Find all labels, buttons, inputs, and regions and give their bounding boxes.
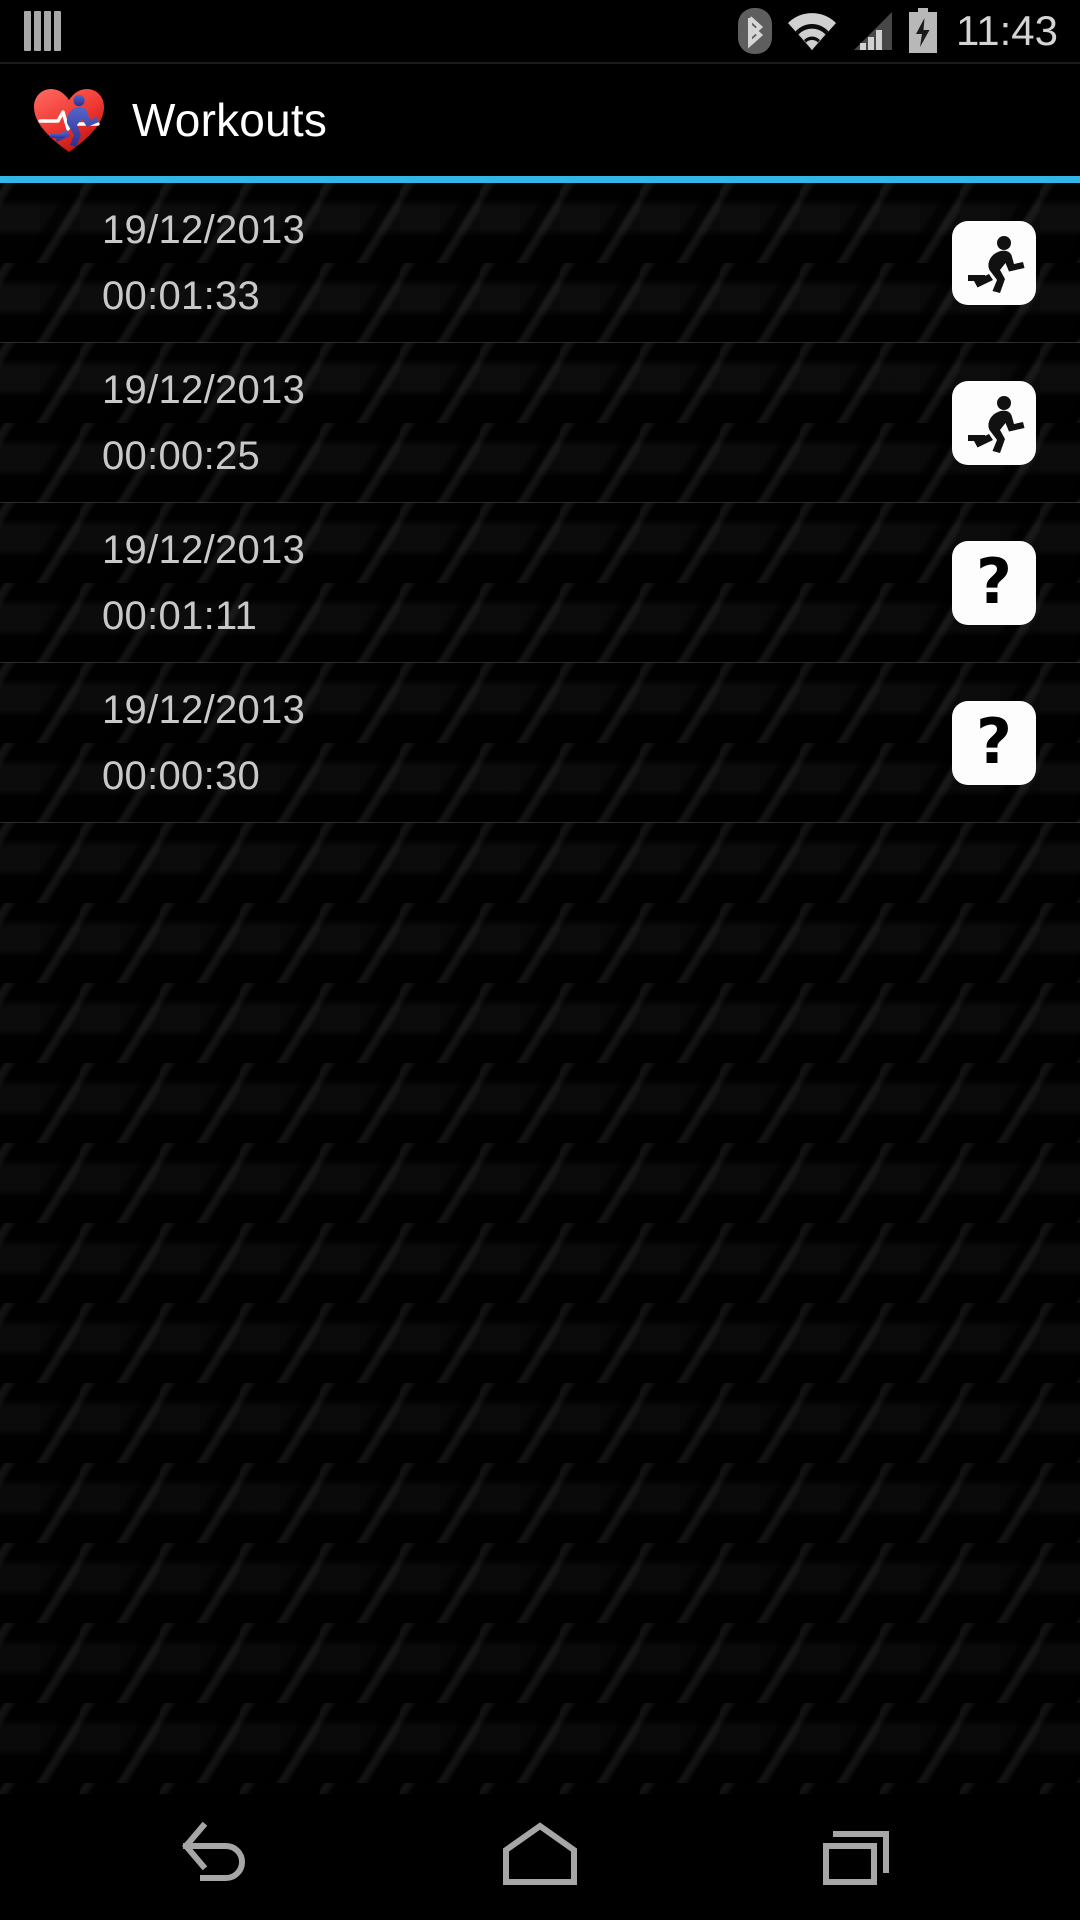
running-person-icon[interactable] — [952, 220, 1036, 305]
status-bar-clock: 11:43 — [956, 7, 1058, 54]
heart-runner-icon[interactable] — [30, 81, 108, 159]
workout-date: 19/12/2013 — [102, 367, 306, 412]
workout-duration: 00:01:11 — [102, 593, 258, 638]
workout-duration: 00:00:30 — [102, 753, 261, 798]
action-bar[interactable]: Workouts — [0, 64, 1080, 176]
home-icon — [503, 1822, 577, 1885]
question-mark-icon[interactable]: ? — [952, 540, 1036, 625]
question-mark-icon[interactable]: ? — [952, 700, 1036, 785]
workout-date: 19/12/2013 — [102, 527, 306, 572]
workouts-list[interactable]: 19/12/2013 00:01:33 19/12/2013 00:00:25 — [0, 183, 1080, 1794]
status-bar-system-icons: 11:43 — [736, 6, 1058, 56]
status-bar: 11:43 — [0, 0, 1080, 62]
navigation-bar — [0, 1794, 1080, 1920]
wifi-icon — [788, 13, 836, 51]
android-screen: 11:43 Workouts 19/12/2013 00:01:33 19/12… — [0, 0, 1080, 1920]
bars-notification-icon — [24, 11, 61, 51]
table-row[interactable]: 19/12/2013 00:00:25 — [0, 343, 1080, 503]
bluetooth-icon — [738, 8, 772, 54]
running-person-icon[interactable] — [952, 380, 1036, 465]
row-text-block: 19/12/2013 00:01:11 — [102, 530, 952, 636]
row-text-block: 19/12/2013 00:00:30 — [102, 690, 952, 796]
row-text-block: 19/12/2013 00:00:25 — [102, 370, 952, 476]
recents-icon — [823, 1831, 889, 1885]
question-mark-glyph: ? — [976, 704, 1012, 778]
battery-charging-icon — [909, 8, 937, 53]
back-icon — [182, 1821, 245, 1881]
table-row[interactable]: 19/12/2013 00:01:33 — [0, 183, 1080, 343]
table-row[interactable]: 19/12/2013 00:00:30 ? — [0, 663, 1080, 823]
page-title: Workouts — [132, 94, 328, 146]
workout-duration: 00:01:33 — [102, 273, 261, 318]
row-text-block: 19/12/2013 00:01:33 — [102, 210, 952, 316]
back-button[interactable] — [125, 1802, 315, 1912]
accent-underline — [0, 176, 1080, 183]
home-button[interactable] — [445, 1802, 635, 1912]
cellular-signal-icon — [854, 12, 892, 50]
status-bar-notifications — [24, 11, 61, 51]
recents-button[interactable] — [765, 1802, 955, 1912]
workout-duration: 00:00:25 — [102, 433, 261, 478]
table-row[interactable]: 19/12/2013 00:01:11 ? — [0, 503, 1080, 663]
question-mark-glyph: ? — [976, 544, 1012, 618]
workout-date: 19/12/2013 — [102, 687, 306, 732]
workout-date: 19/12/2013 — [102, 207, 306, 252]
